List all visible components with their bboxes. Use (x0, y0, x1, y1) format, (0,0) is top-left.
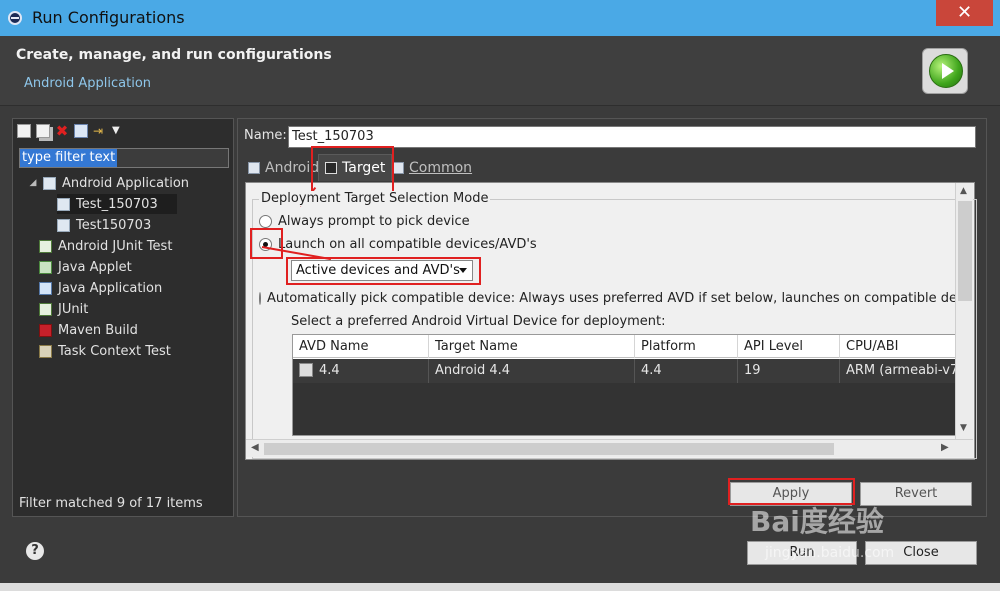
tree-item-test_150703[interactable]: Test_150703 (57, 194, 177, 214)
android-tab-icon (248, 162, 260, 174)
task-context-icon (39, 344, 52, 358)
android-app-icon (43, 176, 56, 190)
apply-button[interactable]: Apply (730, 482, 852, 506)
revert-button[interactable]: Revert (860, 482, 972, 506)
configuration-editor: Name: Test_150703 Android Target Common … (237, 118, 987, 517)
window-title: Run Configurations (32, 8, 185, 27)
col-cpu-abi[interactable]: CPU/ABI (840, 335, 959, 358)
chevron-down-icon (459, 268, 467, 273)
avd-table-header: AVD Name Target Name Platform API Level … (293, 335, 959, 358)
radio-button[interactable] (259, 215, 272, 228)
duplicate-icon[interactable] (36, 124, 50, 138)
dialog-header: Create, manage, and run configurations A… (0, 36, 1000, 106)
tree-item-maven-build[interactable]: Maven Build (39, 320, 138, 340)
tree-item-java-applet[interactable]: Java Applet (39, 257, 132, 277)
android-config-icon (57, 197, 70, 211)
filter-input[interactable]: type filter text (19, 148, 229, 168)
tab-target[interactable]: Target (318, 154, 393, 181)
help-icon[interactable]: ? (26, 542, 44, 560)
horizontal-scrollbar[interactable]: ◀ ▶ (246, 439, 973, 457)
radio-button[interactable] (259, 292, 261, 305)
tree-item-java-application[interactable]: Java Application (39, 278, 162, 298)
window-close-button[interactable]: ✕ (936, 0, 993, 26)
view-menu-icon[interactable]: ▼ (112, 124, 126, 138)
junit-icon (39, 302, 52, 316)
col-target-name[interactable]: Target Name (429, 335, 635, 358)
target-tab-content: Deployment Target Selection Mode Always … (245, 182, 977, 460)
launch-target-select[interactable]: Active devices and AVD's (291, 260, 473, 281)
tab-android[interactable]: Android (248, 156, 319, 180)
col-platform[interactable]: Platform (635, 335, 738, 358)
java-app-icon (39, 281, 52, 295)
deployment-group-title: Deployment Target Selection Mode (259, 191, 491, 206)
run-icon (922, 48, 968, 94)
collapse-toggle-icon[interactable]: ◢ (27, 178, 39, 188)
common-tab-icon (392, 162, 404, 174)
filter-input-text: type filter text (20, 149, 118, 167)
tree-item-android-application[interactable]: ◢ Android Application (27, 173, 190, 193)
scroll-up-icon[interactable]: ▲ (960, 186, 967, 196)
run-button[interactable]: Run (747, 541, 857, 565)
col-api-level[interactable]: API Level (738, 335, 840, 358)
radio-auto-pick[interactable]: Automatically pick compatible device: Al… (259, 291, 955, 306)
tree-item-task-context-test[interactable]: Task Context Test (39, 341, 171, 361)
java-applet-icon (39, 260, 52, 274)
target-tab-icon (325, 162, 337, 174)
android-junit-icon (39, 239, 52, 253)
avd-caption: Select a preferred Android Virtual Devic… (291, 314, 666, 329)
scroll-left-icon[interactable]: ◀ (251, 442, 259, 453)
scroll-right-icon[interactable]: ▶ (941, 442, 949, 453)
avd-checkbox[interactable] (299, 363, 313, 377)
radio-launch-all[interactable]: Launch on all compatible devices/AVD's (259, 237, 537, 252)
android-config-icon (57, 218, 70, 232)
tree-item-junit[interactable]: JUnit (39, 299, 88, 319)
name-label: Name: (244, 128, 287, 143)
configuration-tree-panel: ✖ ⇥ ▼ type filter text ◢ Android Applica… (12, 118, 234, 517)
tab-common[interactable]: Common (392, 156, 472, 180)
table-row[interactable]: 4.4 Android 4.4 4.4 19 ARM (armeabi-v7a) (293, 359, 959, 383)
radio-always-prompt[interactable]: Always prompt to pick device (259, 214, 470, 229)
header-subtitle: Android Application (24, 76, 152, 91)
filter-icon[interactable]: ⇥ (93, 124, 107, 138)
col-avd-name[interactable]: AVD Name (293, 335, 429, 358)
avd-table: AVD Name Target Name Platform API Level … (292, 334, 960, 436)
collapse-all-icon[interactable] (74, 124, 88, 138)
window-titlebar: Run Configurations ✕ (0, 0, 1000, 36)
tree-item-test150703[interactable]: Test150703 (57, 215, 151, 235)
vertical-scrollbar[interactable]: ▲ ▼ (955, 183, 973, 439)
tree-item-android-junit-test[interactable]: Android JUnit Test (39, 236, 172, 256)
name-field[interactable]: Test_150703 (288, 126, 976, 148)
filter-status: Filter matched 9 of 17 items (19, 496, 203, 511)
header-title: Create, manage, and run configurations (16, 47, 332, 63)
editor-tabs: Android Target Common (242, 153, 978, 181)
eclipse-icon (8, 11, 22, 25)
new-configuration-icon[interactable] (17, 124, 31, 138)
scroll-down-icon[interactable]: ▼ (960, 423, 967, 433)
maven-icon (39, 323, 52, 337)
tree-toolbar: ✖ ⇥ ▼ (17, 121, 126, 141)
delete-icon[interactable]: ✖ (55, 124, 69, 139)
close-button[interactable]: Close (865, 541, 977, 565)
